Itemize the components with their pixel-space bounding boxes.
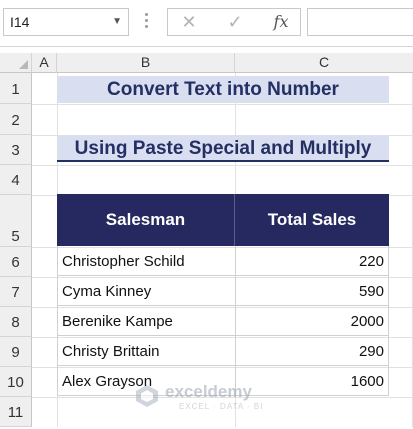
formula-buttons: ✕ ✓ fx bbox=[167, 8, 301, 36]
cell-salesman[interactable]: Cyma Kinney bbox=[57, 276, 235, 306]
row-header-6[interactable]: 6 bbox=[0, 247, 32, 277]
header-salesman[interactable]: Salesman bbox=[57, 194, 235, 246]
drag-handle-icon[interactable] bbox=[143, 10, 149, 32]
row-header-7[interactable]: 7 bbox=[0, 277, 32, 307]
formula-input[interactable] bbox=[307, 8, 413, 36]
table-row: Christopher Schild 220 bbox=[57, 246, 389, 276]
table-header: Salesman Total Sales bbox=[57, 194, 389, 246]
cell-salesman[interactable]: Christopher Schild bbox=[57, 246, 235, 276]
watermark: exceldemy EXCEL · DATA · BI bbox=[135, 381, 275, 413]
select-all-corner[interactable] bbox=[0, 53, 32, 73]
cell-salesman[interactable]: Christy Brittain bbox=[57, 336, 235, 366]
watermark-tagline: EXCEL · DATA · BI bbox=[179, 402, 264, 411]
name-box[interactable]: I14 ▼ bbox=[3, 8, 129, 36]
row-header-10[interactable]: 10 bbox=[0, 367, 32, 397]
gridline bbox=[32, 104, 413, 105]
cell-total-sales[interactable]: 590 bbox=[235, 276, 389, 306]
row-header-5[interactable]: 5 bbox=[0, 195, 32, 247]
cell-total-sales[interactable]: 290 bbox=[235, 336, 389, 366]
table-body: Christopher Schild 220 Cyma Kinney 590 B… bbox=[57, 246, 389, 396]
row-header-3[interactable]: 3 bbox=[0, 135, 32, 165]
cancel-icon[interactable]: ✕ bbox=[174, 9, 204, 35]
sheet-title[interactable]: Convert Text into Number bbox=[57, 76, 389, 103]
column-header-b[interactable]: B bbox=[57, 53, 235, 73]
gridline bbox=[32, 165, 413, 166]
watermark-name: exceldemy bbox=[165, 382, 252, 401]
row-header-8[interactable]: 8 bbox=[0, 307, 32, 337]
row-header-9[interactable]: 9 bbox=[0, 337, 32, 367]
cell-total-sales[interactable]: 220 bbox=[235, 246, 389, 276]
table-row: Christy Brittain 290 bbox=[57, 336, 389, 366]
enter-icon[interactable]: ✓ bbox=[220, 9, 250, 35]
row-header-4[interactable]: 4 bbox=[0, 165, 32, 195]
row-header-2[interactable]: 2 bbox=[0, 104, 32, 135]
column-header-c[interactable]: C bbox=[235, 53, 413, 73]
chevron-down-icon[interactable]: ▼ bbox=[112, 9, 122, 35]
formula-bar: I14 ▼ ✕ ✓ fx bbox=[0, 0, 413, 47]
row-header-11[interactable]: 11 bbox=[0, 397, 32, 427]
name-box-value: I14 bbox=[10, 14, 30, 30]
table-row: Berenike Kampe 2000 bbox=[57, 306, 389, 336]
cell-salesman[interactable]: Berenike Kampe bbox=[57, 306, 235, 336]
row-header-1[interactable]: 1 bbox=[0, 73, 32, 104]
sheet-subtitle[interactable]: Using Paste Special and Multiply bbox=[57, 135, 389, 162]
column-header-a[interactable]: A bbox=[32, 53, 57, 73]
cell-total-sales[interactable]: 2000 bbox=[235, 306, 389, 336]
header-total-sales[interactable]: Total Sales bbox=[235, 194, 389, 246]
exceldemy-logo-icon bbox=[136, 385, 158, 407]
insert-function-icon[interactable]: fx bbox=[266, 9, 296, 35]
table-row: Cyma Kinney 590 bbox=[57, 276, 389, 306]
